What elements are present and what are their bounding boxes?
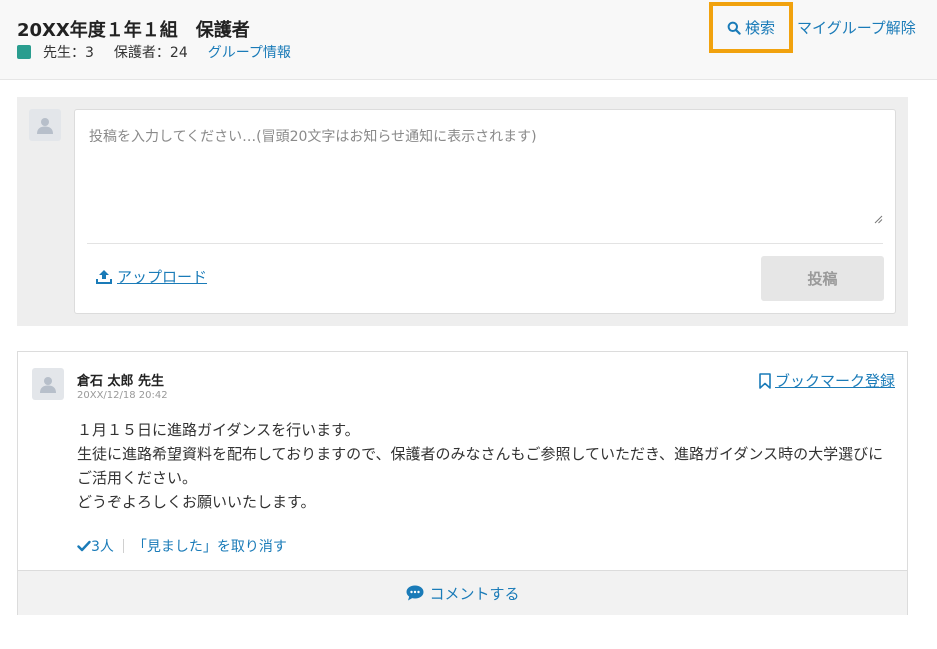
group-meta: 先生：3 保護者：24 グループ情報	[17, 42, 291, 62]
post-body: １月１５日に進路ガイダンスを行います。 生徒に進路希望資料を配布しておりますので…	[77, 418, 897, 514]
seen-count[interactable]: 3人	[91, 536, 114, 556]
search-label: 検索	[744, 19, 775, 37]
post-timestamp: 20XX/12/18 20:42	[77, 390, 168, 401]
resize-handle-icon[interactable]	[873, 214, 883, 224]
user-avatar-icon	[29, 109, 61, 141]
post-composer: 投稿を入力してください…(冒頭20文字はお知らせ通知に表示されます) アップロー…	[17, 97, 908, 326]
check-icon	[77, 540, 91, 552]
upload-link[interactable]: アップロード	[95, 266, 207, 287]
post-card: 倉石 太郎 先生 20XX/12/18 20:42 ブックマーク登録 １月１５日…	[17, 351, 908, 615]
post-author: 倉石 太郎 先生	[77, 374, 165, 389]
teacher-count: 先生：3	[43, 45, 94, 61]
post-body-line: どうぞよろしくお願いいたします。	[77, 493, 316, 511]
group-info-link[interactable]: グループ情報	[208, 42, 291, 62]
bookmark-icon	[759, 372, 771, 389]
divider	[122, 539, 124, 553]
guardian-count: 保護者：24	[113, 45, 188, 61]
comment-icon	[406, 585, 424, 601]
page-title: 20XX年度１年１組 保護者	[17, 20, 250, 41]
undo-seen-link[interactable]: 「見ました」を取り消す	[133, 536, 287, 556]
post-button[interactable]: 投稿	[761, 256, 884, 301]
upload-label: アップロード	[117, 268, 208, 286]
bookmark-link[interactable]: ブックマーク登録	[758, 370, 895, 391]
group-color-swatch	[17, 45, 31, 59]
author-avatar-icon	[32, 368, 64, 400]
post-body-line: １月１５日に進路ガイダンスを行います。	[77, 421, 360, 439]
divider	[87, 243, 883, 244]
seen-row: 3人 「見ました」を取り消す	[77, 536, 287, 556]
upload-icon	[96, 269, 112, 284]
group-header: 20XX年度１年１組 保護者 先生：3 保護者：24 グループ情報 検索 マイグ…	[0, 0, 937, 80]
post-body-line: 生徒に進路希望資料を配布しておりますので、保護者のみなさんもご参照していただき、…	[77, 445, 884, 487]
unregister-mygroup-link[interactable]: マイグループ解除	[797, 17, 916, 38]
comment-label: コメントする	[429, 584, 520, 603]
bookmark-label: ブックマーク登録	[774, 372, 895, 390]
comment-button[interactable]: コメントする	[18, 570, 907, 615]
search-button[interactable]: 検索	[709, 2, 793, 53]
post-input[interactable]: 投稿を入力してください…(冒頭20文字はお知らせ通知に表示されます)	[89, 126, 537, 146]
compose-card: 投稿を入力してください…(冒頭20文字はお知らせ通知に表示されます) アップロー…	[74, 109, 896, 314]
search-icon	[727, 21, 741, 35]
